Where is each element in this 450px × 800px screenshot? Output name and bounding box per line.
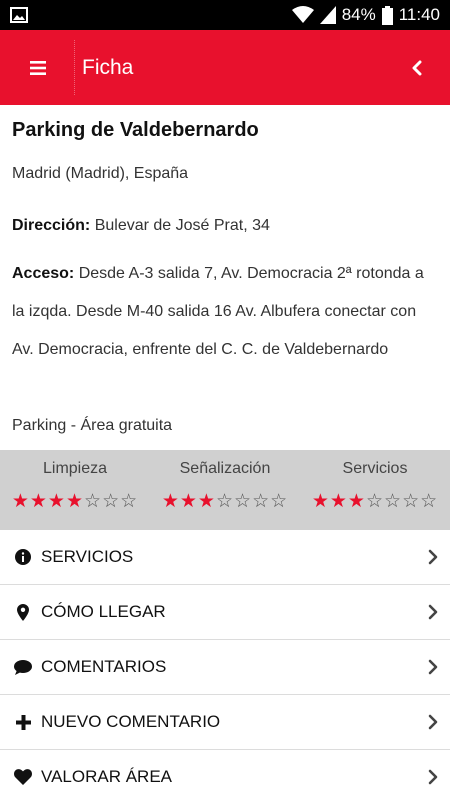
menu-item-servicios[interactable]: SERVICIOS xyxy=(0,530,450,585)
star-rating: ★★★☆☆☆☆ xyxy=(300,490,450,513)
star-empty-icon: ☆ xyxy=(234,491,253,512)
menu-item-label: SERVICIOS xyxy=(41,547,134,566)
star-empty-icon: ☆ xyxy=(120,491,139,512)
star-filled-icon: ★ xyxy=(311,491,330,512)
star-filled-icon: ★ xyxy=(11,491,30,512)
menu-button[interactable] xyxy=(0,30,75,105)
star-filled-icon: ★ xyxy=(329,491,348,512)
rating-label: Señalización xyxy=(179,460,271,477)
star-empty-icon: ☆ xyxy=(420,491,439,512)
rating-label: Servicios xyxy=(342,460,408,477)
star-empty-icon: ☆ xyxy=(365,491,385,512)
page-title: Ficha xyxy=(82,56,134,79)
menu-item-comentarios[interactable]: COMENTARIOS xyxy=(0,640,450,695)
access-value: Desde A-3 salida 7, Av. Democracia 2ª ro… xyxy=(12,265,424,358)
star-filled-icon: ★ xyxy=(161,491,180,512)
chevron-right-icon xyxy=(428,769,438,785)
star-rating: ★★★☆☆☆☆ xyxy=(150,490,300,513)
chevron-right-icon xyxy=(428,549,438,565)
star-filled-icon: ★ xyxy=(65,491,85,512)
wifi-icon xyxy=(291,6,314,23)
place-category: Parking - Área gratuita xyxy=(12,417,173,434)
app-bar: Ficha xyxy=(0,30,450,105)
star-empty-icon: ☆ xyxy=(102,491,121,512)
access-row: Acceso: Desde A-3 salida 7, Av. Democrac… xyxy=(12,255,440,369)
battery-level: 84% xyxy=(341,5,376,24)
back-button[interactable] xyxy=(402,30,432,105)
menu-item-label: NUEVO COMENTARIO xyxy=(41,712,221,731)
signal-icon xyxy=(319,6,336,24)
menu-item-label: VALORAR ÁREA xyxy=(41,767,173,786)
clock-time: 11:40 xyxy=(398,5,440,24)
rating-servicios: Servicios ★★★☆☆☆☆ xyxy=(300,450,450,530)
star-empty-icon: ☆ xyxy=(402,491,421,512)
hamburger-icon xyxy=(29,60,46,75)
star-filled-icon: ★ xyxy=(179,491,198,512)
place-name: Parking de Valdebernardo xyxy=(12,119,259,141)
menu-item-como-llegar[interactable]: CÓMO LLEGAR xyxy=(0,585,450,640)
star-filled-icon: ★ xyxy=(347,491,366,512)
place-location: Madrid (Madrid), España xyxy=(12,165,189,182)
ratings-panel: Limpieza ★★★★☆☆☆ Señalización ★★★☆☆☆☆ Se… xyxy=(0,450,450,530)
star-empty-icon: ☆ xyxy=(84,491,103,512)
star-filled-icon: ★ xyxy=(29,491,48,512)
comment-icon xyxy=(14,659,32,675)
address-label: Dirección: xyxy=(12,217,91,234)
star-rating: ★★★★☆☆☆ xyxy=(0,490,150,513)
battery-icon xyxy=(381,5,393,25)
info-icon xyxy=(14,549,32,565)
address-row: Dirección: Bulevar de José Prat, 34 xyxy=(12,217,270,235)
menu-item-nuevo-comentario[interactable]: NUEVO COMENTARIO xyxy=(0,695,450,750)
star-filled-icon: ★ xyxy=(197,491,216,512)
chevron-right-icon xyxy=(428,714,438,730)
star-empty-icon: ☆ xyxy=(384,491,403,512)
rating-limpieza: Limpieza ★★★★☆☆☆ xyxy=(0,450,150,530)
star-empty-icon: ☆ xyxy=(215,491,235,512)
chevron-right-icon xyxy=(428,659,438,675)
access-label: Acceso: xyxy=(12,265,75,282)
star-filled-icon: ★ xyxy=(47,491,66,512)
address-value: Bulevar de José Prat, 34 xyxy=(94,217,270,234)
star-empty-icon: ☆ xyxy=(252,491,271,512)
menu-item-label: COMENTARIOS xyxy=(41,657,167,676)
image-icon xyxy=(10,7,28,23)
status-bar: 84% 11:40 xyxy=(0,0,450,30)
map-pin-icon xyxy=(14,603,32,621)
heart-icon xyxy=(14,769,32,785)
star-empty-icon: ☆ xyxy=(270,491,289,512)
chevron-left-icon xyxy=(412,60,422,75)
plus-icon xyxy=(14,714,32,730)
rating-label: Limpieza xyxy=(42,460,108,477)
rating-senalizacion: Señalización ★★★☆☆☆☆ xyxy=(150,450,300,530)
chevron-right-icon xyxy=(428,604,438,620)
menu-item-valorar-area[interactable]: VALORAR ÁREA xyxy=(0,750,450,800)
appbar-divider xyxy=(74,40,75,95)
actions-list: SERVICIOS CÓMO LLEGAR COMENTARIOS NUEVO … xyxy=(0,530,450,800)
menu-item-label: CÓMO LLEGAR xyxy=(41,602,166,621)
